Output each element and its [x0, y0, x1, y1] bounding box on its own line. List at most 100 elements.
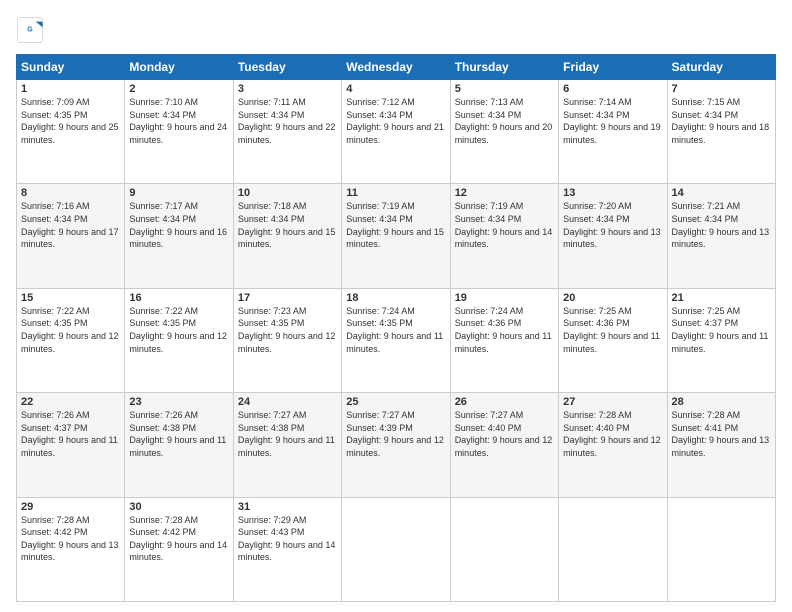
day-info: Sunrise: 7:28 AMSunset: 4:42 PMDaylight:… — [21, 514, 120, 564]
svg-text:G: G — [27, 26, 33, 33]
calendar-week-5: 29Sunrise: 7:28 AMSunset: 4:42 PMDayligh… — [17, 497, 776, 601]
day-of-week-sunday: Sunday — [17, 55, 125, 80]
day-info: Sunrise: 7:12 AMSunset: 4:34 PMDaylight:… — [346, 96, 445, 146]
day-info: Sunrise: 7:17 AMSunset: 4:34 PMDaylight:… — [129, 200, 228, 250]
calendar-cell: 20Sunrise: 7:25 AMSunset: 4:36 PMDayligh… — [559, 288, 667, 392]
day-number: 1 — [21, 83, 120, 95]
calendar-cell: 12Sunrise: 7:19 AMSunset: 4:34 PMDayligh… — [450, 184, 558, 288]
calendar-week-1: 1Sunrise: 7:09 AMSunset: 4:35 PMDaylight… — [17, 80, 776, 184]
day-number: 2 — [129, 83, 228, 95]
day-info: Sunrise: 7:25 AMSunset: 4:37 PMDaylight:… — [672, 305, 771, 355]
calendar-cell: 5Sunrise: 7:13 AMSunset: 4:34 PMDaylight… — [450, 80, 558, 184]
day-info: Sunrise: 7:23 AMSunset: 4:35 PMDaylight:… — [238, 305, 337, 355]
day-number: 31 — [238, 501, 337, 513]
calendar-cell: 4Sunrise: 7:12 AMSunset: 4:34 PMDaylight… — [342, 80, 450, 184]
calendar-cell: 21Sunrise: 7:25 AMSunset: 4:37 PMDayligh… — [667, 288, 775, 392]
calendar-cell: 13Sunrise: 7:20 AMSunset: 4:34 PMDayligh… — [559, 184, 667, 288]
day-info: Sunrise: 7:26 AMSunset: 4:37 PMDaylight:… — [21, 409, 120, 459]
calendar-cell: 30Sunrise: 7:28 AMSunset: 4:42 PMDayligh… — [125, 497, 233, 601]
day-number: 22 — [21, 396, 120, 408]
calendar-cell: 27Sunrise: 7:28 AMSunset: 4:40 PMDayligh… — [559, 393, 667, 497]
calendar-cell — [450, 497, 558, 601]
day-of-week-saturday: Saturday — [667, 55, 775, 80]
day-number: 12 — [455, 187, 554, 199]
day-number: 5 — [455, 83, 554, 95]
day-number: 6 — [563, 83, 662, 95]
day-number: 30 — [129, 501, 228, 513]
calendar-cell: 19Sunrise: 7:24 AMSunset: 4:36 PMDayligh… — [450, 288, 558, 392]
day-of-week-thursday: Thursday — [450, 55, 558, 80]
day-info: Sunrise: 7:18 AMSunset: 4:34 PMDaylight:… — [238, 200, 337, 250]
page: G SundayMondayTuesdayWednesdayThursdayFr… — [0, 0, 792, 612]
calendar-cell — [342, 497, 450, 601]
calendar-week-3: 15Sunrise: 7:22 AMSunset: 4:35 PMDayligh… — [17, 288, 776, 392]
day-number: 8 — [21, 187, 120, 199]
calendar-cell: 31Sunrise: 7:29 AMSunset: 4:43 PMDayligh… — [233, 497, 341, 601]
day-of-week-tuesday: Tuesday — [233, 55, 341, 80]
day-number: 18 — [346, 292, 445, 304]
day-of-week-friday: Friday — [559, 55, 667, 80]
day-number: 4 — [346, 83, 445, 95]
day-info: Sunrise: 7:13 AMSunset: 4:34 PMDaylight:… — [455, 96, 554, 146]
calendar-cell: 17Sunrise: 7:23 AMSunset: 4:35 PMDayligh… — [233, 288, 341, 392]
day-info: Sunrise: 7:28 AMSunset: 4:42 PMDaylight:… — [129, 514, 228, 564]
day-number: 13 — [563, 187, 662, 199]
calendar-cell: 29Sunrise: 7:28 AMSunset: 4:42 PMDayligh… — [17, 497, 125, 601]
day-info: Sunrise: 7:16 AMSunset: 4:34 PMDaylight:… — [21, 200, 120, 250]
calendar-cell: 25Sunrise: 7:27 AMSunset: 4:39 PMDayligh… — [342, 393, 450, 497]
day-number: 23 — [129, 396, 228, 408]
day-number: 17 — [238, 292, 337, 304]
calendar-cell: 15Sunrise: 7:22 AMSunset: 4:35 PMDayligh… — [17, 288, 125, 392]
calendar-cell: 3Sunrise: 7:11 AMSunset: 4:34 PMDaylight… — [233, 80, 341, 184]
day-number: 10 — [238, 187, 337, 199]
day-number: 24 — [238, 396, 337, 408]
calendar-cell: 16Sunrise: 7:22 AMSunset: 4:35 PMDayligh… — [125, 288, 233, 392]
day-number: 19 — [455, 292, 554, 304]
logo-icon: G — [16, 16, 44, 44]
day-info: Sunrise: 7:27 AMSunset: 4:39 PMDaylight:… — [346, 409, 445, 459]
calendar-cell: 9Sunrise: 7:17 AMSunset: 4:34 PMDaylight… — [125, 184, 233, 288]
day-number: 7 — [672, 83, 771, 95]
day-number: 15 — [21, 292, 120, 304]
calendar-cell: 7Sunrise: 7:15 AMSunset: 4:34 PMDaylight… — [667, 80, 775, 184]
calendar-cell: 8Sunrise: 7:16 AMSunset: 4:34 PMDaylight… — [17, 184, 125, 288]
day-number: 27 — [563, 396, 662, 408]
calendar-cell: 6Sunrise: 7:14 AMSunset: 4:34 PMDaylight… — [559, 80, 667, 184]
calendar-cell: 18Sunrise: 7:24 AMSunset: 4:35 PMDayligh… — [342, 288, 450, 392]
day-info: Sunrise: 7:19 AMSunset: 4:34 PMDaylight:… — [346, 200, 445, 250]
day-info: Sunrise: 7:22 AMSunset: 4:35 PMDaylight:… — [21, 305, 120, 355]
calendar-cell: 23Sunrise: 7:26 AMSunset: 4:38 PMDayligh… — [125, 393, 233, 497]
day-number: 3 — [238, 83, 337, 95]
calendar-week-4: 22Sunrise: 7:26 AMSunset: 4:37 PMDayligh… — [17, 393, 776, 497]
calendar-table: SundayMondayTuesdayWednesdayThursdayFrid… — [16, 54, 776, 602]
day-info: Sunrise: 7:24 AMSunset: 4:36 PMDaylight:… — [455, 305, 554, 355]
day-info: Sunrise: 7:29 AMSunset: 4:43 PMDaylight:… — [238, 514, 337, 564]
calendar-cell: 10Sunrise: 7:18 AMSunset: 4:34 PMDayligh… — [233, 184, 341, 288]
day-of-week-monday: Monday — [125, 55, 233, 80]
calendar-cell: 26Sunrise: 7:27 AMSunset: 4:40 PMDayligh… — [450, 393, 558, 497]
calendar-cell: 28Sunrise: 7:28 AMSunset: 4:41 PMDayligh… — [667, 393, 775, 497]
day-number: 11 — [346, 187, 445, 199]
day-number: 14 — [672, 187, 771, 199]
day-number: 26 — [455, 396, 554, 408]
day-number: 16 — [129, 292, 228, 304]
calendar-cell: 14Sunrise: 7:21 AMSunset: 4:34 PMDayligh… — [667, 184, 775, 288]
day-of-week-wednesday: Wednesday — [342, 55, 450, 80]
calendar-cell — [559, 497, 667, 601]
day-info: Sunrise: 7:28 AMSunset: 4:40 PMDaylight:… — [563, 409, 662, 459]
calendar-cell: 24Sunrise: 7:27 AMSunset: 4:38 PMDayligh… — [233, 393, 341, 497]
calendar-cell: 1Sunrise: 7:09 AMSunset: 4:35 PMDaylight… — [17, 80, 125, 184]
day-info: Sunrise: 7:15 AMSunset: 4:34 PMDaylight:… — [672, 96, 771, 146]
day-info: Sunrise: 7:21 AMSunset: 4:34 PMDaylight:… — [672, 200, 771, 250]
calendar-cell: 2Sunrise: 7:10 AMSunset: 4:34 PMDaylight… — [125, 80, 233, 184]
day-info: Sunrise: 7:09 AMSunset: 4:35 PMDaylight:… — [21, 96, 120, 146]
day-number: 25 — [346, 396, 445, 408]
day-number: 21 — [672, 292, 771, 304]
day-info: Sunrise: 7:19 AMSunset: 4:34 PMDaylight:… — [455, 200, 554, 250]
day-info: Sunrise: 7:26 AMSunset: 4:38 PMDaylight:… — [129, 409, 228, 459]
day-info: Sunrise: 7:25 AMSunset: 4:36 PMDaylight:… — [563, 305, 662, 355]
day-info: Sunrise: 7:14 AMSunset: 4:34 PMDaylight:… — [563, 96, 662, 146]
day-info: Sunrise: 7:10 AMSunset: 4:34 PMDaylight:… — [129, 96, 228, 146]
day-number: 29 — [21, 501, 120, 513]
day-info: Sunrise: 7:27 AMSunset: 4:40 PMDaylight:… — [455, 409, 554, 459]
